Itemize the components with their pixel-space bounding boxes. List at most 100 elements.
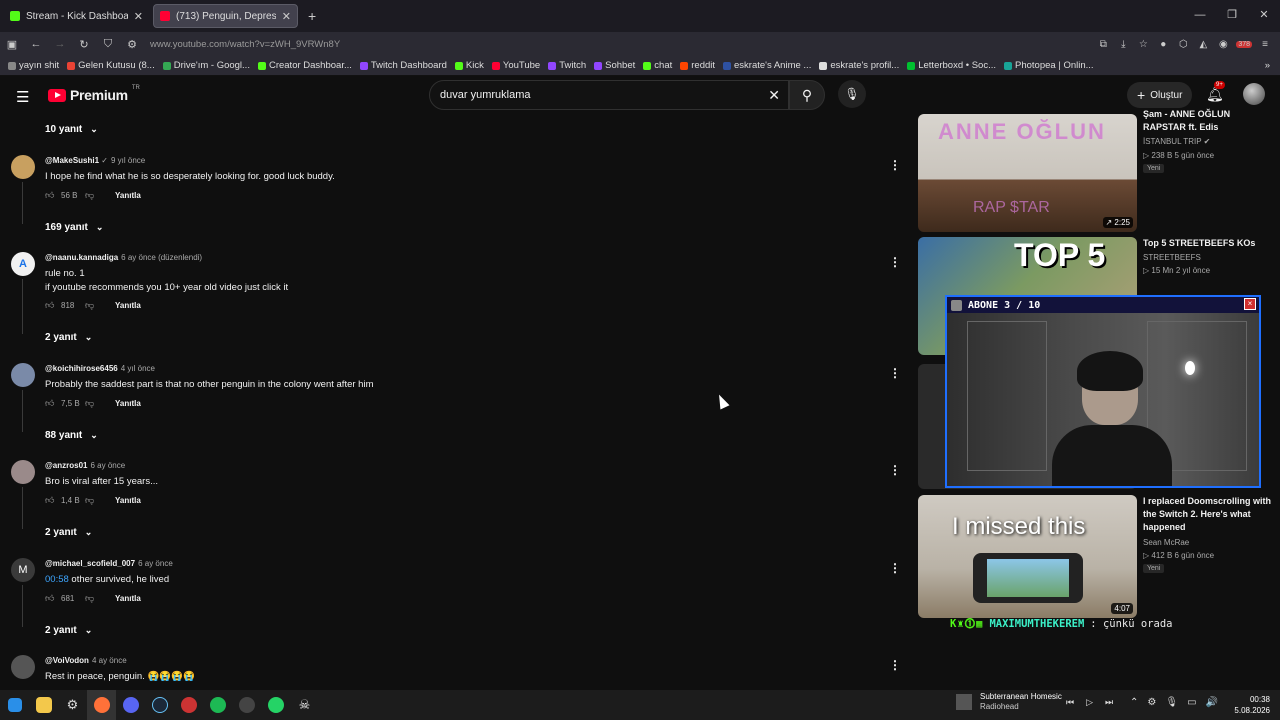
search-input[interactable]: duvar yumruklama ✕	[429, 80, 789, 110]
comment-author[interactable]: @MakeSushi1 ✓ 9 yıl önce	[45, 156, 145, 165]
reload-icon[interactable]: ↻	[72, 38, 96, 51]
video-title[interactable]: Top 5 STREETBEEFS KOs	[1143, 237, 1277, 250]
microphone-icon[interactable]: 🎙	[1165, 697, 1178, 708]
tab-kick-dashboard[interactable]: Stream - Kick Dashboard ✕	[4, 4, 149, 28]
settings-icon[interactable]: ⚙	[58, 690, 87, 720]
reply-button[interactable]: Yanıtla	[115, 594, 141, 603]
volume-icon[interactable]: 🔊	[1206, 697, 1218, 708]
video-thumbnail[interactable]: I missed this 4:07	[918, 495, 1137, 618]
replies-toggle[interactable]: 2 yanıt ⌄	[45, 527, 92, 538]
like-icon[interactable]: 👍︎	[45, 593, 57, 604]
forward-icon[interactable]: →	[48, 38, 72, 50]
dislike-icon[interactable]: 👎︎	[85, 593, 115, 604]
close-window-icon[interactable]: ✕	[1248, 0, 1280, 32]
star-icon[interactable]: ☆	[1136, 39, 1150, 50]
comment-author[interactable]: @VoiVodon 4 ay önce	[45, 656, 127, 665]
close-tab-icon[interactable]: ✕	[134, 10, 143, 23]
app-icon[interactable]	[232, 690, 261, 720]
bookmark-item[interactable]: chat	[643, 60, 672, 71]
bookmark-item[interactable]: Twitch	[548, 60, 586, 71]
bookmark-item[interactable]: Creator Dashboar...	[257, 60, 352, 71]
create-button[interactable]: + Oluştur	[1127, 82, 1193, 108]
chevron-up-icon[interactable]: ⌃	[1130, 697, 1138, 708]
like-icon[interactable]: 👍︎	[45, 300, 57, 311]
reply-button[interactable]: Yanıtla	[115, 496, 141, 505]
tab-youtube[interactable]: (713) Penguin, Depresse ✕	[153, 4, 298, 28]
discord-icon[interactable]	[116, 690, 145, 720]
sidebar-icon[interactable]: ▣	[0, 38, 24, 51]
next-icon[interactable]: ⏭	[1105, 697, 1113, 708]
notifications-button[interactable]: 🔔︎ 9+	[1206, 81, 1225, 103]
dislike-icon[interactable]: 👎︎	[85, 398, 115, 409]
comment-author[interactable]: @koichihirose6456 4 yıl önce	[45, 364, 155, 373]
dislike-icon[interactable]: 👎︎	[85, 190, 115, 201]
dislike-icon[interactable]: 👎︎	[85, 495, 115, 506]
bookmark-item[interactable]: Drive'ım - Googl...	[162, 60, 250, 71]
video-title[interactable]: I replaced Doomscrolling with the Switch…	[1143, 495, 1273, 534]
app-tray-icon[interactable]: ⚙	[1147, 697, 1156, 708]
save-icon[interactable]: ⤓	[1116, 39, 1130, 50]
network-icon[interactable]: ▭	[1187, 697, 1196, 708]
puzzle-icon[interactable]: ⬡	[1176, 39, 1190, 50]
replies-toggle[interactable]: 2 yanıt ⌄	[45, 332, 92, 343]
replies-toggle[interactable]: 88 yanıt ⌄	[45, 430, 98, 441]
shield-icon[interactable]: ⛉	[96, 38, 120, 51]
clear-search-icon[interactable]: ✕	[768, 87, 780, 104]
comment-author[interactable]: @anzros01 6 ay önce	[45, 461, 125, 470]
search-button[interactable]: ⚲	[789, 80, 825, 110]
replies-toggle[interactable]: 2 yanıt ⌄	[45, 625, 92, 636]
comment-author[interactable]: @naanu.kannadiga 6 ay önce (düzenlendi)	[45, 253, 202, 262]
previous-icon[interactable]: ⏮	[1066, 697, 1074, 708]
video-thumbnail[interactable]: ANNE OĞLUN RAP $TAR ↗ 2:25	[918, 114, 1137, 232]
like-icon[interactable]: 👍︎	[45, 398, 57, 409]
bookmark-item[interactable]: Twitch Dashboard	[359, 60, 447, 71]
comment-menu-icon[interactable]: ⋮	[889, 366, 901, 380]
commenter-avatar[interactable]: A	[11, 252, 35, 276]
bookmark-item[interactable]: Photopea | Onlin...	[1004, 60, 1094, 71]
play-icon[interactable]: ▷	[1086, 697, 1093, 708]
extension-icon[interactable]: ◭	[1196, 39, 1210, 50]
file-explorer-icon[interactable]	[29, 690, 58, 720]
url-bar[interactable]: www.youtube.com/watch?v=zWH_9VRWn8Y	[150, 39, 1096, 50]
more-bookmarks-icon[interactable]: »	[1265, 60, 1270, 71]
bookmark-item[interactable]: Kick	[454, 60, 484, 71]
bookmark-item[interactable]: reddit	[680, 60, 715, 71]
like-icon[interactable]: 👍︎	[45, 495, 57, 506]
menu-icon[interactable]: ≡	[1258, 39, 1272, 50]
reply-button[interactable]: Yanıtla	[115, 301, 141, 310]
youtube-logo[interactable]: Premium TR	[48, 85, 140, 103]
dislike-icon[interactable]: 👎︎	[85, 300, 115, 311]
clock[interactable]: 00:38 5.08.2026	[1232, 694, 1270, 716]
commenter-avatar[interactable]	[11, 363, 35, 387]
timestamp-link[interactable]: 00:58	[45, 574, 69, 585]
firefox-icon[interactable]	[87, 690, 116, 720]
replies-toggle[interactable]: 10 yanıt ⌄	[45, 124, 98, 135]
comment-menu-icon[interactable]: ⋮	[889, 158, 901, 172]
account-avatar[interactable]	[1243, 83, 1265, 105]
extension-badge[interactable]: 378	[1236, 40, 1252, 48]
voice-search-button[interactable]: 🎙	[838, 80, 866, 108]
bookmark-item[interactable]: YouTube	[491, 60, 540, 71]
like-icon[interactable]: 👍︎	[45, 190, 57, 201]
maximize-icon[interactable]: ❐	[1216, 0, 1248, 32]
commenter-avatar[interactable]	[11, 460, 35, 484]
start-icon[interactable]	[0, 690, 29, 720]
comment-menu-icon[interactable]: ⋮	[889, 463, 901, 477]
commenter-avatar[interactable]	[11, 655, 35, 679]
bookmark-item[interactable]: yayın shit	[8, 60, 59, 71]
pip-icon[interactable]: ⧉	[1096, 39, 1110, 50]
minimize-icon[interactable]: —	[1184, 0, 1216, 32]
bookmark-item[interactable]: Letterboxd • Soc...	[907, 60, 996, 71]
comment-menu-icon[interactable]: ⋮	[889, 561, 901, 575]
comment-author[interactable]: @michael_scofield_007 6 ay önce	[45, 559, 173, 568]
comment-menu-icon[interactable]: ⋮	[889, 255, 901, 269]
bookmark-item[interactable]: Gelen Kutusu (8...	[67, 60, 155, 71]
commenter-avatar[interactable]	[11, 155, 35, 179]
profile-icon[interactable]: ◉	[1216, 39, 1230, 50]
hamburger-menu-icon[interactable]: ☰	[16, 88, 29, 106]
whatsapp-icon[interactable]	[261, 690, 290, 720]
channel-name[interactable]: STREETBEEFS	[1143, 253, 1201, 262]
channel-name[interactable]: Sean McRae	[1143, 538, 1189, 547]
permissions-icon[interactable]: ⚙	[120, 38, 144, 51]
video-title[interactable]: Şam - ANNE OĞLUN RAPSTAR ft. Edis	[1143, 108, 1277, 134]
